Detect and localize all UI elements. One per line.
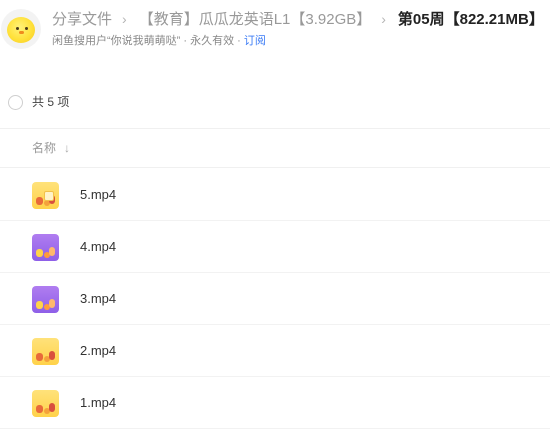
video-thumbnail-icon xyxy=(32,286,59,313)
avatar xyxy=(1,9,41,49)
breadcrumb-share-root[interactable]: 分享文件 xyxy=(52,11,112,28)
breadcrumb: 分享文件 › 【教育】瓜瓜龙英语L1【3.92GB】 › 第05周【822.21MB】 xyxy=(52,9,544,29)
item-count: 共 5 项 xyxy=(32,95,70,109)
breadcrumb-current-folder: 第05周【822.21MB】 xyxy=(397,11,544,28)
video-thumbnail-icon xyxy=(32,390,59,417)
chick-icon xyxy=(7,17,35,43)
name-column-header[interactable]: 名称 xyxy=(32,141,56,156)
breadcrumb-separator-icon: › xyxy=(381,11,386,27)
file-row[interactable]: 1.mp4 xyxy=(0,377,550,429)
file-list: 5.mp4 4.mp4 3.mp4 2.mp4 1.mp4 xyxy=(0,169,550,429)
file-name[interactable]: 2.mp4 xyxy=(80,343,116,359)
share-info: 闲鱼搜用户“你说我萌萌哒” · 永久有效 · 订阅 xyxy=(52,34,266,48)
file-row[interactable]: 4.mp4 xyxy=(0,221,550,273)
select-all-checkbox[interactable] xyxy=(8,95,23,110)
subscribe-link[interactable]: 订阅 xyxy=(244,35,266,47)
file-row[interactable]: 5.mp4 xyxy=(0,169,550,221)
validity-text: · 永久有效 · xyxy=(183,35,241,47)
list-header: 名称 ↓ xyxy=(0,128,550,168)
file-row[interactable]: 3.mp4 xyxy=(0,273,550,325)
video-thumbnail-icon xyxy=(32,234,59,261)
select-all-row: 共 5 项 xyxy=(0,88,550,118)
file-name[interactable]: 4.mp4 xyxy=(80,239,116,255)
file-name[interactable]: 5.mp4 xyxy=(80,187,116,203)
share-header: 分享文件 › 【教育】瓜瓜龙英语L1【3.92GB】 › 第05周【822.21MB】 … xyxy=(0,0,550,58)
sharer-text: 闲鱼搜用户“你说我萌萌哒” xyxy=(52,35,181,47)
file-name[interactable]: 1.mp4 xyxy=(80,395,116,411)
breadcrumb-course-folder[interactable]: 【教育】瓜瓜龙英语L1【3.92GB】 xyxy=(139,11,372,28)
file-name[interactable]: 3.mp4 xyxy=(80,291,116,307)
file-row[interactable]: 2.mp4 xyxy=(0,325,550,377)
video-thumbnail-icon xyxy=(32,182,59,209)
sort-arrow-icon[interactable]: ↓ xyxy=(64,141,70,156)
video-thumbnail-icon xyxy=(32,338,59,365)
breadcrumb-separator-icon: › xyxy=(122,11,127,27)
